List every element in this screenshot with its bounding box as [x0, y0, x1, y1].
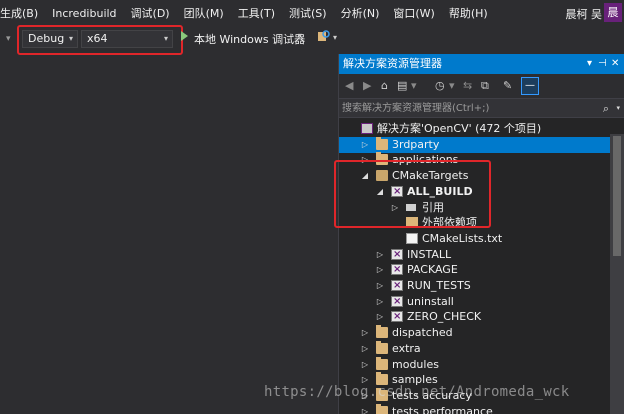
- expand-arrow-icon[interactable]: ▷: [360, 137, 370, 153]
- expand-arrow-icon[interactable]: ▷: [375, 262, 385, 278]
- collapse-all-icon[interactable]: ⧉: [481, 79, 489, 93]
- menu-team[interactable]: 团队(M): [184, 5, 224, 21]
- folder-icon: [376, 136, 388, 150]
- tree-item[interactable]: ▷ PACKAGE: [339, 262, 611, 278]
- search-box[interactable]: ⌕ ▾: [339, 98, 624, 118]
- chevron-down-icon[interactable]: ▾: [616, 104, 620, 112]
- folder-icon: [376, 356, 388, 370]
- expand-arrow-icon[interactable]: ▷: [360, 357, 370, 373]
- menu-test[interactable]: 测试(S): [289, 5, 327, 21]
- chevron-down-icon[interactable]: ▾: [298, 31, 302, 40]
- tree-item[interactable]: ▷ 3rdparty: [339, 136, 611, 153]
- tree-scrollbar[interactable]: [610, 134, 624, 414]
- pending-changes-icon[interactable]: ◷: [435, 79, 445, 92]
- chevron-down-icon[interactable]: ▾: [411, 79, 417, 92]
- toolbar-overflow-icon[interactable]: ▾: [333, 33, 337, 42]
- solution-explorer-panel: 解决方案资源管理器 ▾ ⊣ ✕ ◀ ▶ ⌂ ▤ ▾ ◷ ▾ ⇆ ⧉ ✎ — ⌕ …: [338, 54, 624, 414]
- explorer-toolbar: ◀ ▶ ⌂ ▤ ▾ ◷ ▾ ⇆ ⧉ ✎ —: [339, 74, 624, 98]
- menu-analyze[interactable]: 分析(N): [341, 5, 380, 21]
- tree-item-label: RUN_TESTS: [407, 279, 471, 292]
- expand-arrow-icon[interactable]: ▷: [375, 294, 385, 310]
- solution-icon: [361, 123, 373, 134]
- annotation-highlight-tree: [334, 160, 491, 228]
- project-icon: [391, 278, 403, 294]
- tree-item-label: CMakeLists.txt: [422, 231, 503, 245]
- toolbar-dropdown-icon[interactable]: ▾: [6, 34, 11, 44]
- menu-build[interactable]: 生成(B): [0, 5, 38, 21]
- find-in-files-icon[interactable]: [318, 30, 330, 42]
- tree-item[interactable]: 解决方案'OpenCV' (472 个项目): [339, 121, 611, 137]
- tree-item-label: uninstall: [407, 294, 454, 308]
- scroll-thumb[interactable]: [613, 136, 621, 256]
- menu-bar: 生成(B) Incredibuild 调试(D) 团队(M) 工具(T) 测试(…: [0, 0, 624, 26]
- tree-item[interactable]: ▷ extra: [339, 340, 611, 357]
- search-icon[interactable]: ⌕: [603, 102, 609, 116]
- switch-view-icon[interactable]: ▤: [397, 79, 407, 92]
- tree-item-label: INSTALL: [407, 247, 452, 261]
- play-icon[interactable]: [181, 31, 188, 41]
- search-input[interactable]: [342, 101, 596, 116]
- tree-item-label: 解决方案'OpenCV' (472 个项目): [377, 122, 542, 135]
- tree-item-label: dispatched: [392, 326, 453, 340]
- menu-tools[interactable]: 工具(T): [238, 5, 275, 21]
- start-debugger-button[interactable]: 本地 Windows 调试器: [194, 31, 305, 47]
- project-icon: [391, 247, 403, 263]
- tree-item[interactable]: CMakeLists.txt: [339, 231, 611, 247]
- forward-icon[interactable]: ▶: [363, 79, 371, 92]
- project-icon: [391, 262, 403, 278]
- watermark-text: https://blog.csdn.net/Andromeda_wck: [264, 384, 570, 400]
- folder-icon: [376, 325, 388, 339]
- menu-debug[interactable]: 调试(D): [131, 5, 170, 21]
- sync-icon[interactable]: ⇆: [463, 79, 472, 92]
- tree-item-label: 3rdparty: [392, 137, 440, 151]
- tree-item-label: modules: [392, 357, 439, 371]
- text-file-icon: [406, 232, 418, 244]
- panel-title-bar: 解决方案资源管理器 ▾ ⊣ ✕: [339, 54, 624, 74]
- back-icon[interactable]: ◀: [345, 79, 353, 92]
- avatar[interactable]: 晨: [604, 3, 622, 22]
- preview-selected-items-icon[interactable]: —: [521, 77, 539, 95]
- tree-item[interactable]: ▷ ZERO_CHECK: [339, 309, 611, 325]
- folder-icon: [376, 403, 388, 414]
- menu-incredibuild[interactable]: Incredibuild: [52, 7, 116, 20]
- panel-title: 解决方案资源管理器: [343, 57, 442, 70]
- tree-item-label: tests performance: [392, 404, 493, 414]
- home-icon[interactable]: ⌂: [381, 79, 388, 92]
- expand-arrow-icon[interactable]: ▷: [360, 341, 370, 357]
- pin-icon[interactable]: ⊣: [598, 54, 607, 74]
- expand-arrow-icon[interactable]: ▷: [375, 278, 385, 294]
- tree-item-label: extra: [392, 341, 421, 355]
- tree-item-label: ZERO_CHECK: [407, 310, 482, 324]
- tree-item[interactable]: ▷ modules: [339, 356, 611, 373]
- expand-arrow-icon[interactable]: ▷: [360, 325, 370, 341]
- expand-arrow-icon[interactable]: ▷: [360, 404, 370, 414]
- folder-icon: [376, 340, 388, 354]
- project-icon: [391, 294, 403, 310]
- menu-help[interactable]: 帮助(H): [449, 5, 488, 21]
- properties-wrench-icon[interactable]: ✎: [503, 79, 512, 92]
- window-position-icon[interactable]: ▾: [587, 54, 592, 74]
- tree-item[interactable]: ▷ tests performance: [339, 403, 611, 414]
- user-name[interactable]: 晨柯 吴: [566, 6, 603, 22]
- close-icon[interactable]: ✕: [611, 54, 619, 74]
- project-icon: [391, 309, 403, 325]
- expand-arrow-icon[interactable]: ▷: [375, 247, 385, 263]
- tree-item[interactable]: ▷ uninstall: [339, 294, 611, 310]
- tree-item[interactable]: ▷ RUN_TESTS: [339, 278, 611, 294]
- chevron-down-icon[interactable]: ▾: [449, 79, 455, 92]
- tree-item-label: PACKAGE: [407, 263, 458, 277]
- expand-arrow-icon[interactable]: ▷: [375, 309, 385, 325]
- tree-item[interactable]: ▷ dispatched: [339, 325, 611, 341]
- annotation-highlight-toolbar: [17, 25, 183, 55]
- tree-item[interactable]: ▷ INSTALL: [339, 247, 611, 263]
- menu-window[interactable]: 窗口(W): [393, 5, 434, 21]
